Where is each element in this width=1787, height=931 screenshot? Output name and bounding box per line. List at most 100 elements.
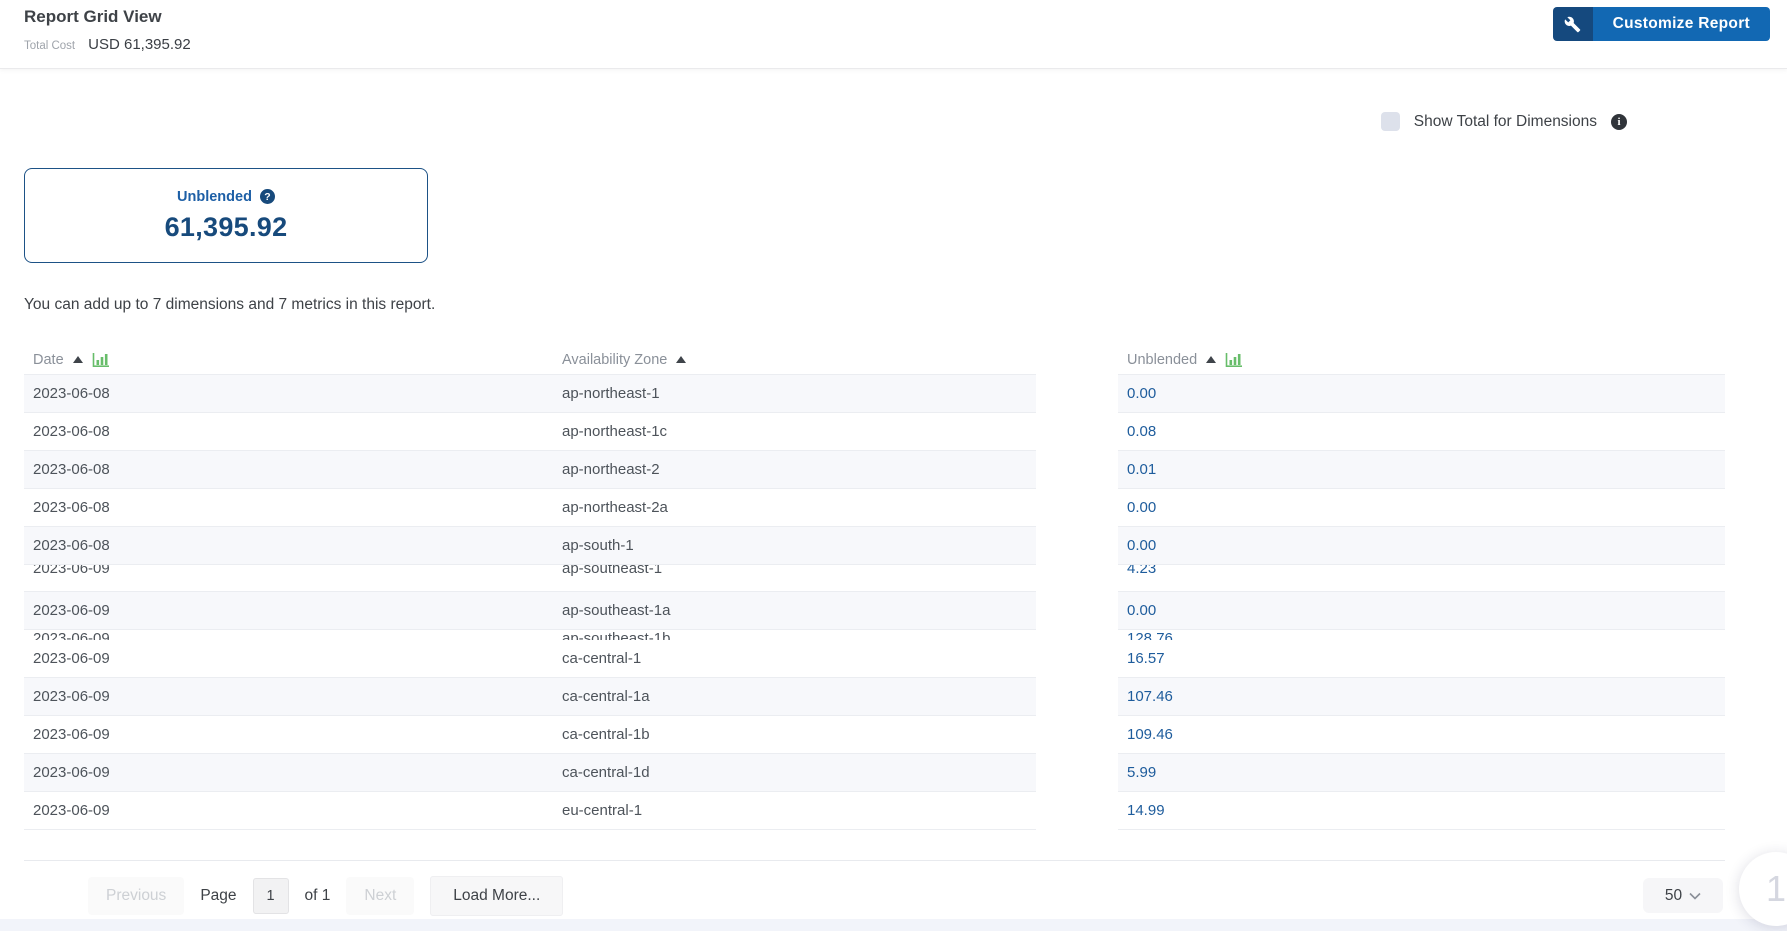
value-cell: 0.00 [1127,385,1157,402]
table-row: 2023-06-08 ap-northeast-1 [24,375,1036,413]
date-cell: 2023-06-09 [33,802,110,819]
table-row: 2023-06-09 eu-central-1 [24,792,1036,830]
page-of-label: of 1 [304,887,331,904]
pagination: Previous Page of 1 Next Load More... [88,876,564,916]
sort-asc-icon[interactable] [72,356,83,363]
summary-card-label: Unblended [177,188,252,205]
page-number-input[interactable] [252,878,289,914]
table-row: 5.99 [1118,754,1725,792]
metrics-table: Unblended 0.00 0.08 0.01 0.00 0.00 4.23 … [1118,345,1725,830]
table-row: 0.00 [1118,527,1725,565]
ghost-row-artifact: 128.76 [1118,630,1725,640]
total-cost-label: Total Cost [24,40,76,52]
table-row: 0.00 [1118,489,1725,527]
table-row: 0.00 [1118,375,1725,413]
value-cell: 4.23 [1127,565,1157,577]
top-bar: Report Grid View Total Cost USD 61,395.9… [0,0,1787,69]
zone-cell: ap-northeast-1c [562,423,668,440]
zone-cell: ap-northeast-1 [562,385,660,402]
dimensions-table-body: 2023-06-08 ap-northeast-1 2023-06-08 ap-… [24,375,1036,830]
zone-cell: ap-northeast-2 [562,461,660,478]
zone-cell: eu-central-1 [562,802,643,819]
sort-asc-icon[interactable] [1206,356,1217,363]
date-cell: 2023-06-09 [33,565,110,577]
customize-report-button[interactable]: Customize Report [1552,7,1770,41]
table-row: 2023-06-09 ca-central-1d [24,754,1036,792]
report-note: You can add up to 7 dimensions and 7 met… [24,296,436,313]
info-icon[interactable]: i [1611,113,1627,130]
fab-glyph: 1 [1765,868,1787,909]
value-cell: 128.76 [1127,630,1173,640]
unblended-header-label: Unblended [1127,351,1198,368]
chevron-down-icon [1689,892,1701,900]
value-cell: 0.08 [1127,423,1157,440]
show-total-control: Show Total for Dimensions i [1380,112,1627,131]
help-icon[interactable]: ? [259,189,275,204]
page-size-dropdown[interactable]: 50 [1643,878,1723,913]
summary-card-value: 61,395.92 [164,211,288,242]
zone-cell: ca-central-1b [562,726,650,743]
zone-cell: ap-southeast-1b [562,630,671,640]
value-cell: 0.00 [1127,537,1157,554]
unblended-summary-card: Unblended ? 61,395.92 [24,168,428,263]
table-row: 2023-06-09 ca-central-1 [24,640,1036,678]
scroll-top-fab[interactable]: 1 [1739,852,1787,926]
metrics-table-body: 0.00 0.08 0.01 0.00 0.00 4.23 0.00 128.7… [1118,375,1725,830]
value-cell: 0.01 [1127,461,1157,478]
unblended-column-header[interactable]: Unblended [1118,352,1725,368]
date-cell: 2023-06-09 [33,650,110,667]
next-button[interactable]: Next [346,877,415,915]
table-row: 4.23 [1118,565,1725,592]
show-total-checkbox[interactable] [1380,112,1400,131]
wrench-icon [1552,7,1593,41]
table-row: 2023-06-09 ca-central-1b [24,716,1036,754]
zone-cell: ap-southeast-1 [562,565,663,577]
sort-asc-icon[interactable] [676,356,687,363]
ghost-row-artifact: 2023-06-09 ap-southeast-1b [24,630,1036,640]
page-background-strip [0,919,1787,931]
value-cell: 0.00 [1127,499,1157,516]
previous-button[interactable]: Previous [88,877,185,915]
zone-cell: ap-southeast-1a [562,602,671,619]
bar-chart-icon[interactable] [92,352,111,368]
table-row: 107.46 [1118,678,1725,716]
table-row: 109.46 [1118,716,1725,754]
bar-chart-icon[interactable] [1225,352,1244,368]
value-cell: 14.99 [1127,802,1165,819]
page-title: Report Grid View [24,7,162,26]
table-row: 0.08 [1118,413,1725,451]
date-cell: 2023-06-08 [33,385,110,402]
table-row: 16.57 [1118,640,1725,678]
zone-column-header[interactable]: Availability Zone [553,352,1036,368]
customize-report-label: Customize Report [1592,7,1770,41]
zone-cell: ca-central-1a [562,688,650,705]
table-row: 14.99 [1118,792,1725,830]
date-cell: 2023-06-08 [33,499,110,516]
date-cell: 2023-06-09 [33,764,110,781]
table-row: 2023-06-09 ap-southeast-1 [24,565,1036,592]
value-cell: 5.99 [1127,764,1157,781]
table-row: 0.00 [1118,592,1725,630]
zone-cell: ap-south-1 [562,537,634,554]
metrics-table-header: Unblended [1118,345,1725,375]
date-column-header[interactable]: Date [24,352,553,368]
table-row: 2023-06-09 ap-southeast-1a [24,592,1036,630]
table-row: 0.01 [1118,451,1725,489]
value-cell: 109.46 [1127,726,1173,743]
dimensions-table-header: Date Availability Zone [24,345,1036,375]
table-row: 2023-06-09 ca-central-1a [24,678,1036,716]
page-size-value: 50 [1664,886,1683,904]
table-row: 2023-06-08 ap-northeast-1c [24,413,1036,451]
total-cost: Total Cost USD 61,395.92 [24,36,191,53]
date-cell: 2023-06-09 [33,688,110,705]
table-row: 2023-06-08 ap-northeast-2 [24,451,1036,489]
load-more-button[interactable]: Load More... [430,876,564,916]
date-cell: 2023-06-08 [33,423,110,440]
value-cell: 107.46 [1127,688,1173,705]
footer-divider [24,860,1725,861]
table-row: 2023-06-08 ap-northeast-2a [24,489,1036,527]
table-row: 2023-06-08 ap-south-1 [24,527,1036,565]
date-header-label: Date [33,351,64,368]
dimensions-table: Date Availability Zone 2023-06-08 ap-nor… [24,345,1036,830]
show-total-label: Show Total for Dimensions [1413,112,1597,130]
